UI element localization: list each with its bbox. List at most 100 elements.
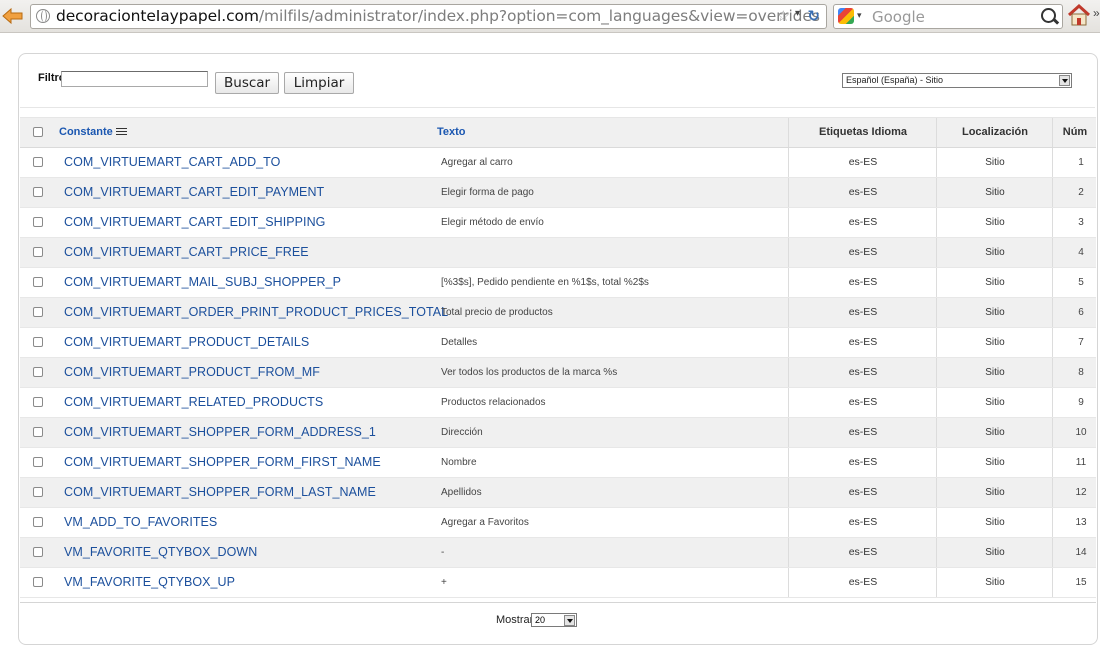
url-path: /milfils/administrator/index.php?option=… <box>258 7 820 25</box>
search-icon[interactable] <box>1041 8 1056 23</box>
chevron-down-icon[interactable] <box>1059 75 1070 86</box>
constant-link[interactable]: VM_FAVORITE_QTYBOX_DOWN <box>64 538 257 567</box>
column-separator <box>788 358 789 387</box>
row-checkbox[interactable] <box>33 247 43 257</box>
filter-input[interactable] <box>61 71 208 87</box>
row-checkbox[interactable] <box>33 187 43 197</box>
select-all-checkbox[interactable] <box>33 127 43 137</box>
table-row: COM_VIRTUEMART_ORDER_PRINT_PRODUCT_PRICE… <box>20 298 1096 328</box>
chevron-down-icon[interactable] <box>564 615 575 626</box>
row-checkbox[interactable] <box>33 157 43 167</box>
constant-link[interactable]: COM_VIRTUEMART_CART_EDIT_PAYMENT <box>64 178 324 207</box>
override-text: + <box>441 577 447 588</box>
row-checkbox[interactable] <box>33 397 43 407</box>
row-checkbox[interactable] <box>33 307 43 317</box>
constant-link[interactable]: COM_VIRTUEMART_CART_EDIT_SHIPPING <box>64 208 325 237</box>
row-number: 10 <box>1075 427 1087 438</box>
column-header-text[interactable]: Texto <box>437 118 466 147</box>
language-tag: es-ES <box>848 546 878 558</box>
constant-link[interactable]: COM_VIRTUEMART_ORDER_PRINT_PRODUCT_PRICE… <box>64 298 448 327</box>
google-icon[interactable] <box>838 8 854 24</box>
row-checkbox[interactable] <box>33 367 43 377</box>
constant-link[interactable]: COM_VIRTUEMART_PRODUCT_DETAILS <box>64 328 309 357</box>
row-checkbox[interactable] <box>33 277 43 287</box>
column-header-language-tag[interactable]: Etiquetas Idioma <box>790 118 936 147</box>
column-separator <box>1052 418 1053 447</box>
column-separator <box>788 538 789 567</box>
constant-link[interactable]: VM_FAVORITE_QTYBOX_UP <box>64 568 235 597</box>
language-client-select[interactable]: Español (España) - Sitio <box>842 73 1072 88</box>
override-text: - <box>441 547 445 558</box>
column-separator <box>1052 268 1053 297</box>
constant-link[interactable]: COM_VIRTUEMART_RELATED_PRODUCTS <box>64 388 323 417</box>
search-engine-dropdown-icon[interactable]: ▾ <box>857 10 862 21</box>
show-count-select[interactable]: 20 <box>531 613 577 627</box>
constant-link[interactable]: COM_VIRTUEMART_SHOPPER_FORM_LAST_NAME <box>64 478 376 507</box>
column-header-constant[interactable]: Constante <box>59 118 127 147</box>
language-tag: es-ES <box>848 576 878 588</box>
column-separator <box>1052 478 1053 507</box>
table-row: COM_VIRTUEMART_MAIL_SUBJ_SHOPPER_P [%3$s]… <box>20 268 1096 298</box>
column-separator <box>788 118 789 147</box>
column-separator <box>936 268 937 297</box>
sort-icon[interactable] <box>115 128 127 137</box>
location: Sitio <box>985 397 1005 408</box>
column-separator <box>936 148 937 177</box>
column-separator <box>1052 358 1053 387</box>
location: Sitio <box>985 517 1005 528</box>
row-checkbox[interactable] <box>33 517 43 527</box>
row-checkbox[interactable] <box>33 487 43 497</box>
back-arrow-icon[interactable] <box>2 7 24 25</box>
bookmark-star-icon[interactable]: ☆ <box>777 7 790 25</box>
column-separator <box>788 208 789 237</box>
table-row: COM_VIRTUEMART_SHOPPER_FORM_LAST_NAME Ape… <box>20 478 1096 508</box>
constant-link[interactable]: COM_VIRTUEMART_CART_ADD_TO <box>64 148 280 177</box>
search-button[interactable]: Buscar <box>215 72 279 94</box>
language-tag: es-ES <box>848 216 878 228</box>
overflow-menu-icon[interactable]: » <box>1093 6 1100 20</box>
override-text: Apellidos <box>441 487 482 498</box>
row-number: 5 <box>1078 277 1084 288</box>
constant-link[interactable]: VM_ADD_TO_FAVORITES <box>64 508 217 537</box>
row-checkbox[interactable] <box>33 577 43 587</box>
history-dropdown-icon[interactable]: ▾ <box>795 8 800 19</box>
row-number: 12 <box>1075 487 1087 498</box>
override-text: Elegir forma de pago <box>441 187 534 198</box>
url-text: decoracionteIaypapel.com/milfils/adminis… <box>56 7 820 25</box>
home-icon[interactable] <box>1067 3 1091 27</box>
row-checkbox[interactable] <box>33 457 43 467</box>
row-checkbox[interactable] <box>33 547 43 557</box>
row-number: 3 <box>1078 217 1084 228</box>
column-separator <box>936 568 937 597</box>
constant-link[interactable]: COM_VIRTUEMART_SHOPPER_FORM_FIRST_NAME <box>64 448 381 477</box>
table-row: COM_VIRTUEMART_SHOPPER_FORM_FIRST_NAME No… <box>20 448 1096 478</box>
language-tag: es-ES <box>848 246 878 258</box>
column-separator <box>936 358 937 387</box>
table-row: COM_VIRTUEMART_PRODUCT_DETAILS Detalles es… <box>20 328 1096 358</box>
url-domain: decoracionteIaypapel.com <box>56 7 259 25</box>
row-number: 2 <box>1078 187 1084 198</box>
location: Sitio <box>985 307 1005 318</box>
constant-link[interactable]: COM_VIRTUEMART_SHOPPER_FORM_ADDRESS_1 <box>64 418 376 447</box>
browser-toolbar: decoracionteIaypapel.com/milfils/adminis… <box>0 0 1100 33</box>
constant-link[interactable]: COM_VIRTUEMART_MAIL_SUBJ_SHOPPER_P <box>64 268 341 297</box>
column-separator <box>936 178 937 207</box>
reload-icon[interactable]: ↻ <box>807 7 820 25</box>
column-separator <box>788 298 789 327</box>
row-checkbox[interactable] <box>33 337 43 347</box>
row-checkbox[interactable] <box>33 217 43 227</box>
clear-button[interactable]: Limpiar <box>284 72 354 94</box>
column-separator <box>1052 538 1053 567</box>
constant-link[interactable]: COM_VIRTUEMART_PRODUCT_FROM_MF <box>64 358 320 387</box>
column-header-location[interactable]: Localización <box>938 118 1052 147</box>
column-header-num[interactable]: Núm <box>1054 118 1096 147</box>
url-bar[interactable]: decoracionteIaypapel.com/milfils/adminis… <box>30 4 827 29</box>
row-number: 1 <box>1078 157 1084 168</box>
table-row: COM_VIRTUEMART_CART_PRICE_FREE es-ES Sitio… <box>20 238 1096 268</box>
column-separator <box>788 508 789 537</box>
row-checkbox[interactable] <box>33 427 43 437</box>
column-separator <box>788 238 789 267</box>
table-row: COM_VIRTUEMART_SHOPPER_FORM_ADDRESS_1 Dir… <box>20 418 1096 448</box>
constant-link[interactable]: COM_VIRTUEMART_CART_PRICE_FREE <box>64 238 309 267</box>
search-bar[interactable]: ▾ Google <box>833 4 1063 29</box>
